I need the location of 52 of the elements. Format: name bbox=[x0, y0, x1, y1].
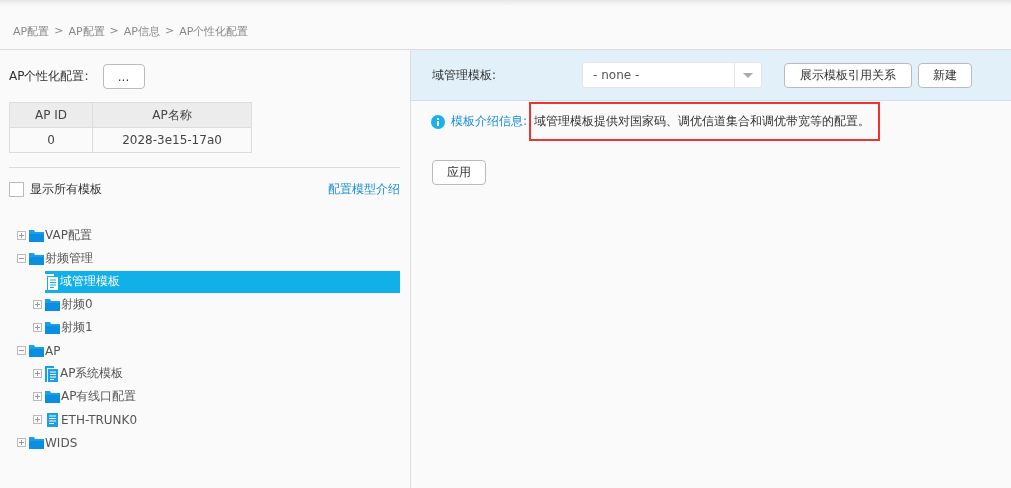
tree-item[interactable]: ETH-TRUNK0 bbox=[45, 408, 400, 431]
expand-icon[interactable] bbox=[33, 392, 42, 401]
document-icon bbox=[47, 412, 58, 427]
breadcrumb-separator: > bbox=[164, 24, 175, 39]
new-button[interactable]: 新建 bbox=[918, 62, 973, 88]
tree-item[interactable]: AP有线口配置 bbox=[45, 385, 400, 408]
field-label: 域管理模板: bbox=[432, 66, 497, 84]
expand-icon[interactable] bbox=[17, 231, 26, 240]
breadcrumb-separator: > bbox=[54, 24, 64, 39]
collapse-icon[interactable] bbox=[17, 346, 26, 355]
column-header: AP名称 bbox=[92, 102, 252, 128]
breadcrumb-item[interactable]: AP配置 bbox=[68, 24, 105, 49]
browse-button[interactable]: ... bbox=[102, 64, 145, 89]
table-cell: 0 bbox=[9, 127, 93, 153]
breadcrumb-item[interactable]: AP配置 bbox=[13, 24, 50, 49]
expand-icon[interactable] bbox=[33, 369, 42, 378]
folder-icon bbox=[29, 344, 44, 357]
expand-icon[interactable] bbox=[17, 438, 26, 447]
tree-item[interactable]: WIDS bbox=[29, 431, 400, 454]
breadcrumb-separator: > bbox=[109, 24, 119, 39]
checkbox[interactable] bbox=[9, 182, 24, 197]
tree-item[interactable]: 射频0 bbox=[45, 293, 400, 316]
tree-item[interactable]: 射频管理 bbox=[29, 247, 400, 270]
table-cell: 2028-3e15-17a0 bbox=[92, 127, 252, 153]
expand-icon[interactable] bbox=[33, 323, 42, 332]
document-stack-icon bbox=[45, 273, 59, 290]
breadcrumb-item[interactable]: AP信息 bbox=[123, 24, 160, 49]
info-text: 域管理模板提供对国家码、调优信道集合和调优带宽等的配置。 bbox=[534, 114, 871, 128]
folder-icon bbox=[45, 298, 60, 311]
tree-item[interactable]: 射频1 bbox=[45, 316, 400, 339]
tree-item[interactable]: AP bbox=[29, 339, 400, 362]
tree-item[interactable]: VAP配置 bbox=[29, 224, 400, 247]
expand-icon[interactable] bbox=[33, 415, 42, 424]
folder-icon bbox=[45, 390, 60, 403]
info-label: 模板介绍信息: bbox=[451, 113, 528, 130]
collapse-icon[interactable] bbox=[17, 254, 26, 263]
field-label: AP个性化配置: bbox=[9, 68, 89, 85]
folder-icon bbox=[29, 252, 44, 265]
show-references-button[interactable]: 展示模板引用关系 bbox=[784, 62, 913, 88]
column-header: AP ID bbox=[9, 102, 93, 128]
document-stack-icon bbox=[45, 365, 59, 382]
info-icon bbox=[431, 114, 445, 129]
intro-link[interactable]: 配置模型介绍 bbox=[328, 181, 400, 198]
folder-icon bbox=[45, 321, 60, 334]
folder-icon bbox=[29, 229, 44, 242]
apply-button[interactable]: 应用 bbox=[432, 160, 486, 185]
breadcrumb-item[interactable]: AP个性化配置 bbox=[179, 24, 249, 49]
expand-icon[interactable] bbox=[33, 300, 42, 309]
checkbox-label: 显示所有模板 bbox=[30, 182, 102, 196]
tree-item[interactable]: AP系统模板 bbox=[45, 362, 400, 385]
folder-icon bbox=[29, 436, 44, 449]
template-select[interactable]: - none - bbox=[582, 62, 763, 88]
